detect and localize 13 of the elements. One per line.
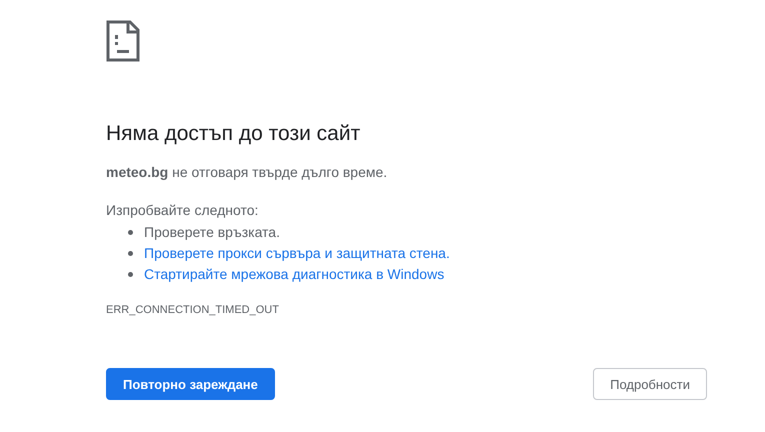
sad-page-icon: [106, 20, 140, 62]
bullet-icon: [128, 230, 133, 234]
error-heading: Няма достъп до този сайт: [106, 122, 362, 146]
suggestion-text: Проверете връзката.: [144, 224, 280, 240]
bullet-icon: [128, 250, 133, 256]
suggestion-link[interactable]: Проверете прокси сървъра и защитната стена.: [144, 245, 450, 261]
error-message: meteo.bg не отговаря твърде дълго време.: [106, 164, 388, 180]
reload-button[interactable]: Повторно зареждане: [106, 368, 275, 400]
suggestions-title: Изпробвайте следното:: [106, 202, 260, 218]
error-code: ERR_CONNECTION_TIMED_OUT: [106, 304, 280, 316]
details-button[interactable]: Подробности: [593, 368, 707, 400]
bullet-icon: [128, 272, 133, 276]
suggestion-link[interactable]: Стартирайте мрежова диагностика в Windows: [144, 266, 444, 282]
